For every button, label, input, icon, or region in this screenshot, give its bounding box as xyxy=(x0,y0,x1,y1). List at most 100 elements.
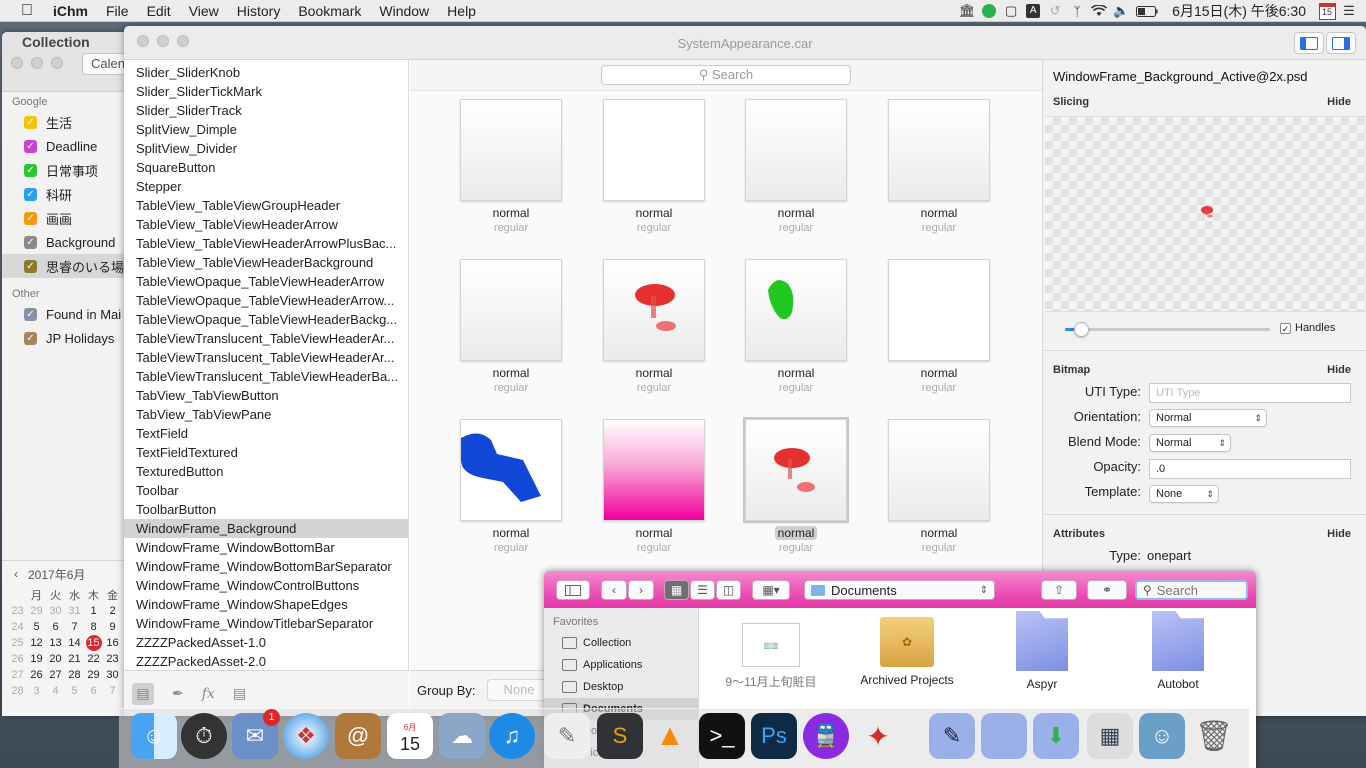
orientation-select[interactable]: Normal ⇕ xyxy=(1149,409,1267,427)
menu-clock[interactable]: 6月15日(木) 午後6:30 xyxy=(1162,1,1316,21)
dashboard-icon[interactable]: ⏱ xyxy=(181,713,227,759)
stack-preview-icon[interactable]: ▦ xyxy=(1087,713,1133,759)
uti-type-field[interactable]: UTI Type xyxy=(1149,383,1351,403)
asset-list-item[interactable]: ToolbarButton xyxy=(124,500,408,519)
terminal-icon[interactable]: >_ xyxy=(699,713,745,759)
asset-thumbnail[interactable] xyxy=(603,419,705,521)
finder-search-input[interactable]: ⚲ Search xyxy=(1135,580,1248,600)
calendar-check-icon[interactable]: ✓ xyxy=(24,163,37,177)
calendar-day[interactable]: 20 xyxy=(46,651,65,667)
icon-view-button[interactable]: ▦ xyxy=(664,580,689,600)
asset-list-item[interactable]: TexturedButton xyxy=(124,462,408,481)
right-sidebar-toggle[interactable] xyxy=(1326,32,1356,54)
calendar-check-icon[interactable]: ✓ xyxy=(24,331,37,345)
menu-file[interactable]: File xyxy=(97,0,138,22)
photos-icon[interactable]: ☁ xyxy=(439,713,485,759)
asset-grid-item[interactable]: normal regular xyxy=(745,99,847,234)
asset-list-item[interactable]: WindowFrame_WindowBottomBarSeparator xyxy=(124,557,408,576)
calendar-day[interactable]: 26 xyxy=(27,667,46,683)
asset-grid-item[interactable]: normal regular xyxy=(460,259,562,394)
battery-icon[interactable] xyxy=(1132,0,1162,22)
green-app-icon[interactable] xyxy=(978,0,1000,22)
calendar-day[interactable]: 12 xyxy=(27,635,46,651)
asset-list-item[interactable]: SplitView_Divider xyxy=(124,139,408,158)
asset-grid-item[interactable]: normal regular xyxy=(603,99,705,234)
asset-thumbnail[interactable] xyxy=(460,419,562,521)
calendars-button[interactable]: Calen xyxy=(82,53,130,75)
calendar-day[interactable]: 3 xyxy=(27,683,46,699)
blend-mode-select[interactable]: Normal ⇕ xyxy=(1149,434,1231,452)
image-icon[interactable]: ▤ xyxy=(132,682,154,705)
menu-window[interactable]: Window xyxy=(370,0,438,22)
menu-bookmark[interactable]: Bookmark xyxy=(289,0,370,22)
calendar-day[interactable]: 30 xyxy=(103,667,122,683)
zoom-slider[interactable] xyxy=(1065,322,1270,337)
finder-item[interactable]: ▥▥ 9〜11月上旬賍目 xyxy=(711,611,831,690)
asset-grid-item[interactable]: normal regular xyxy=(603,419,705,554)
calendar-day[interactable]: 21 xyxy=(65,651,84,667)
asset-thumbnail[interactable] xyxy=(460,259,562,361)
asset-list-item[interactable]: TableViewTranslucent_TableViewHeaderAr..… xyxy=(124,348,408,367)
safari-icon[interactable]: ❖ xyxy=(283,713,329,759)
forward-button[interactable]: › xyxy=(628,580,654,600)
group-by-select[interactable]: None xyxy=(487,679,551,701)
asset-grid-item[interactable]: normal regular xyxy=(603,259,705,394)
asset-list-item[interactable]: SplitView_Dimple xyxy=(124,120,408,139)
attributes-hide-button[interactable]: Hide xyxy=(1327,524,1351,544)
calendar-item[interactable]: ✓ 日常事项 xyxy=(2,158,130,182)
calendar-day[interactable]: 29 xyxy=(84,667,103,683)
apple-menu-icon[interactable]:  xyxy=(14,0,40,22)
eyedropper-icon[interactable]: ✒ xyxy=(172,685,184,702)
asset-list-item[interactable]: TableView_TableViewHeaderArrowPlusBac... xyxy=(124,234,408,253)
stack-icon[interactable]: ▤ xyxy=(233,685,246,702)
calendar-day[interactable]: 4 xyxy=(46,683,65,699)
calendar-day[interactable]: 7 xyxy=(65,619,84,635)
asset-list-item[interactable]: TextFieldTextured xyxy=(124,443,408,462)
wifi-icon[interactable] xyxy=(1088,0,1110,22)
asset-list-item[interactable]: TableViewOpaque_TableViewHeaderBackg... xyxy=(124,310,408,329)
itunes-icon[interactable]: ♫ xyxy=(489,713,535,759)
calendar-day[interactable]: 8 xyxy=(84,619,103,635)
calendar-day[interactable]: 30 xyxy=(46,603,65,619)
calendar-check-icon[interactable]: ✓ xyxy=(24,235,37,249)
asset-list-item[interactable]: WindowFrame_Background xyxy=(124,519,408,538)
asset-list-item[interactable]: WindowFrame_WindowControlButtons xyxy=(124,576,408,595)
asset-grid-item[interactable]: normal regular xyxy=(888,99,990,234)
bank-icon[interactable]: 🏛 xyxy=(956,0,978,22)
photoshop-icon[interactable]: Ps xyxy=(751,713,797,759)
menu-app-name[interactable]: iChm xyxy=(44,0,97,22)
calendar-item[interactable]: ✓ Found in Mai xyxy=(2,302,130,326)
finder-sidebar-item[interactable]: Applications xyxy=(544,654,698,676)
calendar-day[interactable]: 5 xyxy=(65,683,84,699)
calendar-day[interactable]: 7 xyxy=(103,683,122,699)
asset-thumbnail[interactable] xyxy=(888,419,990,521)
calendar-day[interactable]: 31 xyxy=(65,603,84,619)
handles-check-icon[interactable]: ✓ xyxy=(1280,322,1291,334)
calendar-check-icon[interactable]: ✓ xyxy=(24,187,37,201)
asset-list-item[interactable]: Slider_SliderKnob xyxy=(124,63,408,82)
asset-grid-item[interactable]: normal regular xyxy=(888,259,990,394)
calendar-day[interactable]: 19 xyxy=(27,651,46,667)
downloads-folder-icon[interactable]: ⬇ xyxy=(1033,713,1079,759)
calendar-check-icon[interactable]: ✓ xyxy=(24,307,37,321)
menu-edit[interactable]: Edit xyxy=(138,0,180,22)
calendar-day[interactable]: 2 xyxy=(103,603,122,619)
trash-icon[interactable]: 🗑 xyxy=(1191,713,1237,759)
calendar-check-icon[interactable]: ✓ xyxy=(24,139,37,153)
calendar-item[interactable]: ✓ 生活 xyxy=(2,110,130,134)
calendar-day[interactable]: 6 xyxy=(84,683,103,699)
asset-list-item[interactable]: Stepper xyxy=(124,177,408,196)
menu-history[interactable]: History xyxy=(228,0,290,22)
tags-button[interactable]: ⚭ xyxy=(1087,580,1127,600)
calendar-day[interactable]: 29 xyxy=(27,603,46,619)
zoom-slider-knob[interactable] xyxy=(1074,322,1090,337)
asset-list-item[interactable]: Toolbar xyxy=(124,481,408,500)
arrange-button[interactable]: ▦▾ xyxy=(752,580,790,600)
train-app-icon[interactable]: 🚆 xyxy=(803,713,849,759)
left-sidebar-toggle[interactable] xyxy=(1294,32,1324,54)
bluetooth-icon[interactable]: ᛉ xyxy=(1066,0,1088,22)
calendar-day[interactable]: 23 xyxy=(103,651,122,667)
mail-icon[interactable]: ✉ 1 xyxy=(232,709,280,759)
calendar-day[interactable]: 14 xyxy=(65,635,84,651)
asset-list-item[interactable]: TableView_TableViewHeaderBackground xyxy=(124,253,408,272)
